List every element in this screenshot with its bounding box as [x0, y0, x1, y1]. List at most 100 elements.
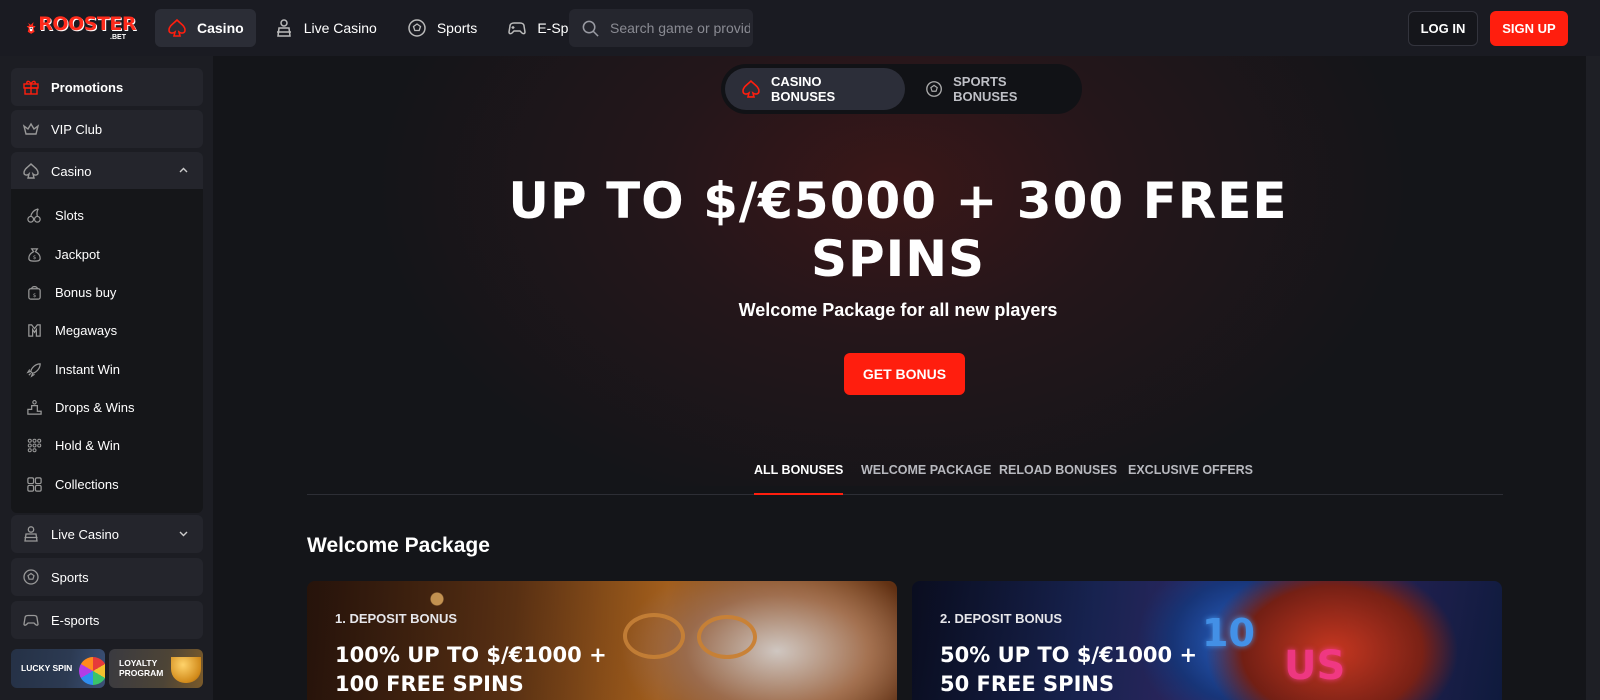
spade-icon: [742, 79, 760, 98]
casino-submenu: Slots $ Jackpot $ Bonus buy Megaways Ins…: [11, 189, 203, 513]
tab-welcome-package[interactable]: WELCOME PACKAGE: [861, 463, 991, 495]
rocket-icon: [26, 362, 41, 378]
main-nav: Casino Live Casino Sports E-Sports: [155, 9, 604, 47]
lucky-spin-label: LUCKY SPIN: [21, 662, 73, 673]
lucky-spin-tile[interactable]: LUCKY SPIN: [11, 649, 105, 688]
sidebar-sub-label: Instant Win: [55, 361, 121, 377]
bonus-card-title-line: 100% UP TO $/€1000 +: [335, 643, 607, 667]
crown-icon: [22, 122, 40, 135]
svg-text:$: $: [33, 293, 37, 299]
sidebar-item-label: VIP Club: [51, 121, 103, 137]
sidebar-sub-label: Hold & Win: [55, 437, 121, 453]
sports-bonuses-toggle[interactable]: SPORTS BONUSES: [909, 68, 1079, 110]
nav-sports[interactable]: Sports: [395, 9, 489, 47]
sidebar-sub-label: Jackpot: [55, 246, 100, 262]
sidebar-item-esports[interactable]: E-sports: [11, 601, 203, 639]
page-scrollbar[interactable]: [1586, 56, 1600, 700]
dots-grid-icon: [27, 438, 42, 452]
sidebar-item-vip-club[interactable]: VIP Club: [11, 110, 203, 148]
brand-name: ROOSTER: [38, 13, 136, 35]
spade-icon: [168, 18, 186, 37]
main-content: CASINO BONUSES SPORTS BONUSES UP TO $/€5…: [213, 56, 1586, 700]
nav-live-casino-label: Live Casino: [303, 20, 377, 36]
promo-tiles: LUCKY SPIN LOYALTY PROGRAM: [11, 649, 203, 688]
bonus-card-title-line: 50% UP TO $/€1000 +: [940, 643, 1198, 667]
search-box[interactable]: [569, 9, 753, 47]
tab-reload-bonuses[interactable]: RELOAD BONUSES: [999, 463, 1117, 495]
hero-subtitle: Welcome Package for all new players: [738, 300, 1058, 320]
sidebar-sub-jackpot[interactable]: $ Jackpot: [26, 244, 100, 264]
sidebar-sub-slots[interactable]: Slots: [26, 205, 84, 225]
sidebar-item-label: E-sports: [51, 612, 100, 628]
nav-casino-label: Casino: [197, 20, 244, 36]
dealer-icon: [276, 19, 291, 37]
chevron-up-icon[interactable]: [178, 165, 189, 176]
trophy-cup-icon: [171, 657, 201, 683]
top-bar: ROOSTER .BET Casino Live Casino Sports E…: [0, 0, 1600, 56]
sidebar-sub-label: Megaways: [55, 322, 118, 338]
nav-casino[interactable]: Casino: [155, 9, 256, 47]
sidebar-sub-label: Bonus buy: [55, 284, 117, 300]
collections-icon: [27, 476, 42, 492]
get-bonus-button[interactable]: GET BONUS: [844, 353, 965, 395]
nav-live-casino[interactable]: Live Casino: [262, 9, 389, 47]
tab-all-bonuses[interactable]: ALL BONUSES: [754, 463, 844, 495]
sidebar-item-sports[interactable]: Sports: [11, 558, 203, 596]
sidebar: Promotions VIP Club Casino Slots $ Jackp…: [0, 56, 213, 700]
sidebar-sub-hold-win[interactable]: Hold & Win: [26, 435, 120, 455]
bonus-tabs: ALL BONUSES WELCOME PACKAGE RELOAD BONUS…: [307, 457, 1503, 495]
chevron-down-icon[interactable]: [178, 528, 189, 539]
search-input[interactable]: [610, 20, 750, 36]
sidebar-sub-collections[interactable]: Collections: [26, 474, 119, 494]
sidebar-sub-bonus-buy[interactable]: $ Bonus buy: [26, 282, 116, 302]
sidebar-sub-drops-wins[interactable]: Drops & Wins: [26, 397, 134, 417]
sidebar-item-label: Casino: [51, 163, 92, 179]
sidebar-sub-label: Collections: [55, 476, 119, 492]
brand-suffix: .BET: [110, 34, 126, 41]
soccer-ball-icon: [926, 81, 942, 97]
cherries-icon: [27, 207, 41, 223]
sidebar-sub-label: Drops & Wins: [55, 399, 135, 415]
login-button[interactable]: LOG IN: [1408, 11, 1478, 46]
money-bag-icon: $: [28, 247, 41, 262]
rooster-logo[interactable]: ROOSTER .BET: [26, 8, 136, 48]
dealer-icon: [24, 526, 38, 542]
signup-button[interactable]: SIGN UP: [1490, 11, 1568, 46]
bonus-type-toggle: CASINO BONUSES SPORTS BONUSES: [721, 64, 1082, 114]
sports-bonuses-label: SPORTS BONUSES: [953, 74, 1018, 104]
bonus-card[interactable]: 10 US 2. DEPOSIT BONUS 50% UP TO $/€1000…: [912, 581, 1502, 700]
sidebar-sub-megaways[interactable]: Megaways: [26, 320, 117, 340]
soccer-ball-icon: [23, 569, 39, 585]
sidebar-item-casino[interactable]: Casino: [11, 152, 203, 190]
bonus-card-title: 50% UP TO $/€1000 + 50 FREE SPINS: [940, 641, 1270, 699]
sidebar-item-live-casino[interactable]: Live Casino: [11, 515, 203, 553]
loyalty-label-line2: PROGRAM: [119, 667, 164, 678]
podium-icon: [27, 399, 42, 415]
bonus-card-title-line: 50 FREE SPINS: [940, 672, 1115, 696]
sidebar-item-label: Sports: [51, 569, 89, 585]
svg-text:$: $: [33, 255, 37, 261]
loyalty-program-tile[interactable]: LOYALTY PROGRAM: [109, 649, 203, 688]
megaways-icon: [28, 323, 41, 337]
gift-icon: [23, 80, 39, 95]
sidebar-item-label: Promotions: [51, 79, 124, 95]
soccer-ball-icon: [408, 19, 426, 37]
bonus-bag-icon: $: [28, 285, 41, 300]
sidebar-sub-label: Slots: [55, 207, 84, 223]
sidebar-item-promotions[interactable]: Promotions: [11, 68, 203, 106]
bonus-card[interactable]: 1. DEPOSIT BONUS 100% UP TO $/€1000 + 10…: [307, 581, 897, 700]
casino-bonuses-toggle[interactable]: CASINO BONUSES: [725, 68, 905, 110]
gamepad-icon: [23, 614, 39, 626]
hero-title: UP TO $/€5000 + 300 FREE SPINS: [508, 172, 1288, 288]
search-icon: [582, 20, 599, 37]
sidebar-item-label: Live Casino: [51, 526, 119, 542]
bonus-card-title: 100% UP TO $/€1000 + 100 FREE SPINS: [335, 641, 665, 699]
prize-wheel-icon: [79, 657, 105, 685]
bonus-card-title-line: 100 FREE SPINS: [335, 672, 524, 696]
sidebar-sub-instant-win[interactable]: Instant Win: [26, 359, 120, 379]
tab-exclusive-offers[interactable]: EXCLUSIVE OFFERS: [1128, 463, 1253, 495]
bonus-card-label: 2. DEPOSIT BONUS: [940, 611, 1063, 626]
casino-bonuses-label: CASINO BONUSES: [770, 74, 836, 104]
bonus-card-label: 1. DEPOSIT BONUS: [335, 611, 458, 626]
nav-sports-label: Sports: [436, 20, 478, 36]
